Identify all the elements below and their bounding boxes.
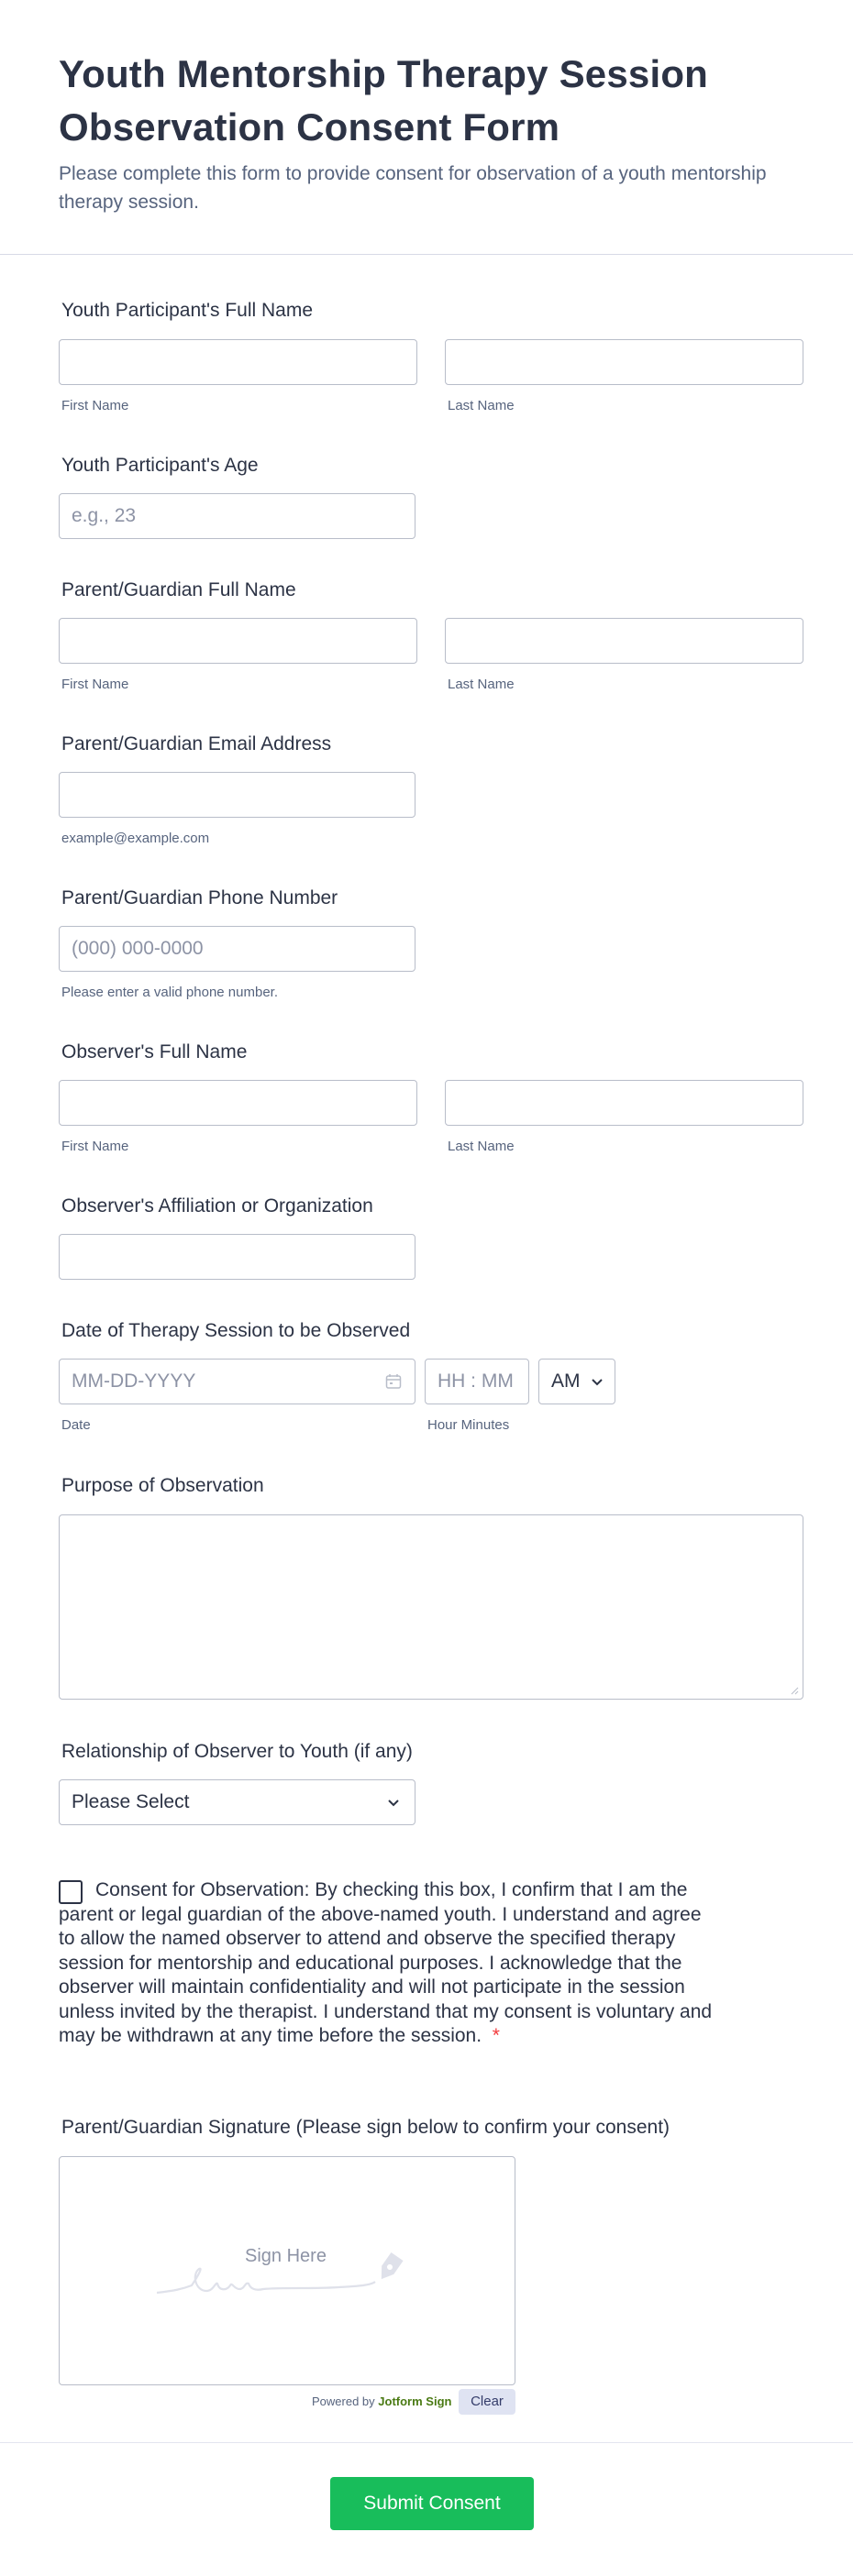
observer-last-name-input[interactable] — [445, 1080, 803, 1126]
guardian-phone-input[interactable]: (000) 000-0000 — [59, 926, 415, 972]
youth-name-label: Youth Participant's Full Name — [61, 300, 314, 321]
submit-button[interactable]: Submit Consent — [330, 2477, 534, 2530]
required-asterisk: * — [492, 2025, 500, 2046]
guardian-first-name-input[interactable] — [59, 618, 417, 664]
youth-first-name-sublabel: First Name — [61, 398, 129, 413]
observer-affiliation-label: Observer's Affiliation or Organization — [61, 1195, 373, 1216]
observer-affiliation-input[interactable] — [59, 1234, 415, 1280]
signature-label: Parent/Guardian Signature (Please sign b… — [61, 2117, 670, 2138]
signature-scribble-icon — [156, 2251, 404, 2295]
jotform-sign-link[interactable]: Jotform Sign — [378, 2394, 451, 2408]
guardian-last-name-sublabel: Last Name — [448, 677, 515, 692]
signature-pad[interactable]: Sign Here — [59, 2156, 515, 2385]
guardian-email-label: Parent/Guardian Email Address — [61, 733, 332, 754]
youth-first-name-input[interactable] — [59, 339, 417, 385]
powered-by-text: Powered by Jotform Sign — [312, 2394, 451, 2408]
youth-last-name-input[interactable] — [445, 339, 803, 385]
purpose-textarea[interactable] — [59, 1514, 803, 1700]
observer-name-label: Observer's Full Name — [61, 1041, 248, 1062]
relationship-label: Relationship of Observer to Youth (if an… — [61, 1741, 413, 1762]
youth-age-input[interactable]: e.g., 23 — [59, 493, 415, 539]
guardian-last-name-input[interactable] — [445, 618, 803, 664]
observer-last-name-sublabel: Last Name — [448, 1139, 515, 1154]
footer-divider — [0, 2442, 853, 2443]
observer-first-name-sublabel: First Name — [61, 1139, 129, 1154]
guardian-first-name-sublabel: First Name — [61, 677, 129, 692]
time-sublabel: Hour Minutes — [427, 1417, 510, 1433]
form-header: Youth Mentorship Therapy Session Observa… — [0, 0, 853, 255]
consent-text: Consent for Observation: By checking thi… — [59, 1878, 719, 2049]
session-date-label: Date of Therapy Session to be Observed — [61, 1320, 411, 1341]
guardian-name-label: Parent/Guardian Full Name — [61, 579, 296, 600]
youth-last-name-sublabel: Last Name — [448, 398, 515, 413]
calendar-icon[interactable] — [385, 1373, 402, 1390]
observer-first-name-input[interactable] — [59, 1080, 417, 1126]
guardian-email-sublabel: example@example.com — [61, 831, 210, 846]
session-time-input[interactable]: HH : MM — [425, 1359, 529, 1404]
consent-statement: Consent for Observation: By checking thi… — [59, 1879, 713, 2046]
relationship-selected: Please Select — [72, 1791, 190, 1812]
guardian-phone-label: Parent/Guardian Phone Number — [61, 887, 338, 908]
date-placeholder: MM-DD-YYYY — [72, 1371, 196, 1392]
youth-age-label: Youth Participant's Age — [61, 455, 259, 476]
chevron-down-icon — [388, 1800, 399, 1807]
date-sublabel: Date — [61, 1417, 91, 1433]
ampm-value: AM — [551, 1371, 581, 1392]
chevron-down-icon — [592, 1379, 603, 1386]
session-date-input[interactable]: MM-DD-YYYY — [59, 1359, 415, 1404]
form-subtitle: Please complete this form to provide con… — [59, 163, 767, 213]
relationship-select[interactable]: Please Select — [59, 1779, 415, 1825]
guardian-email-input[interactable] — [59, 772, 415, 818]
powered-prefix: Powered by — [312, 2394, 375, 2408]
clear-signature-button[interactable]: Clear — [459, 2389, 515, 2415]
resize-handle-icon[interactable] — [790, 1686, 799, 1695]
guardian-phone-sublabel: Please enter a valid phone number. — [61, 985, 278, 1000]
purpose-label: Purpose of Observation — [61, 1475, 264, 1496]
ampm-select[interactable]: AM — [538, 1359, 615, 1404]
form-title: Youth Mentorship Therapy Session Observa… — [59, 52, 709, 149]
